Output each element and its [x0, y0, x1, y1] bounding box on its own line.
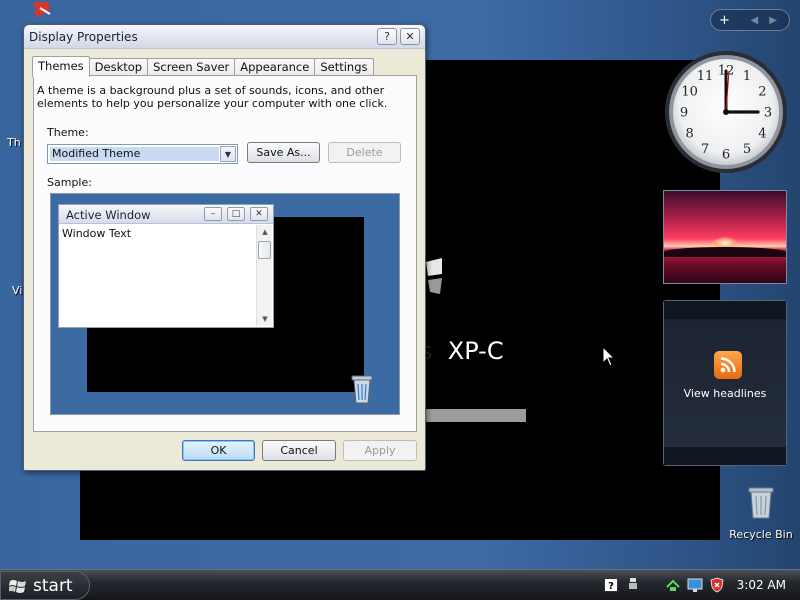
sample-label: Sample: [47, 176, 92, 189]
clock-numeral: 6 [722, 148, 730, 163]
apply-button: Apply [343, 440, 417, 461]
clock-numeral: 4 [758, 127, 766, 142]
close-icon: ✕ [250, 207, 268, 221]
feed-headlines-gadget[interactable]: View headlines [663, 300, 787, 466]
clock-numeral: 1 [743, 69, 751, 84]
taskbar-clock[interactable]: 3:02 AM [737, 578, 786, 592]
sample-scrollbar: ▲ ▼ [256, 225, 272, 326]
slideshow-gadget[interactable] [663, 190, 787, 284]
wallpaper-text: s XP-C [420, 337, 504, 365]
device-tray-icon[interactable] [625, 577, 641, 593]
tab-themes[interactable]: Themes [32, 56, 90, 77]
theme-description: A theme is a background plus a set of so… [37, 84, 388, 110]
help-tray-icon[interactable]: ? [603, 577, 619, 593]
ok-button[interactable]: OK [182, 440, 255, 461]
sample-window-text: Window Text [62, 227, 132, 240]
clock-numeral: 11 [697, 69, 714, 84]
maximize-icon: □ [227, 207, 245, 221]
scroll-thumb [258, 241, 271, 259]
clock-numeral: 7 [701, 142, 709, 157]
tab-strip: Themes Desktop Screen Saver Appearance S… [32, 56, 374, 77]
tab-screen-saver[interactable]: Screen Saver [147, 58, 236, 76]
taskbar: start ? 3:02 AM [0, 569, 800, 600]
cancel-button[interactable]: Cancel [262, 440, 336, 461]
svg-text:?: ? [608, 581, 614, 592]
sample-window-title: Active Window [66, 208, 151, 222]
tab-desktop[interactable]: Desktop [88, 58, 149, 76]
close-button[interactable]: ✕ [400, 28, 420, 45]
start-button[interactable]: start [0, 571, 90, 600]
desktop-icon-label-2[interactable]: Vi [12, 284, 22, 297]
sample-recycle-bin-icon [351, 375, 373, 404]
start-label: start [33, 575, 73, 596]
windows-flag-icon [9, 579, 26, 593]
clock-numeral: 5 [743, 142, 751, 157]
recycle-bin-icon [748, 487, 774, 519]
mouse-cursor-icon [602, 346, 616, 367]
tab-settings[interactable]: Settings [314, 58, 374, 76]
wallpaper-progress-bar [426, 409, 526, 422]
rss-icon [714, 351, 742, 379]
desktop-icon-fragment[interactable] [26, 0, 56, 22]
windows-logo-fragment [426, 258, 442, 294]
clock-numeral: 2 [758, 85, 766, 100]
theme-dropdown-value: Modified Theme [50, 147, 219, 161]
add-gadget-button[interactable]: + [719, 13, 730, 28]
theme-dropdown[interactable]: Modified Theme ▼ [47, 144, 238, 164]
sample-window-titlebar: Active Window – □ ✕ [59, 205, 273, 224]
save-as-button[interactable]: Save As... [247, 142, 320, 163]
view-headlines-label[interactable]: View headlines [664, 387, 786, 400]
clock-numeral: 3 [764, 106, 772, 121]
gadget-nav-arrows-icon[interactable]: ◀ ▶ [750, 15, 781, 26]
clock-numeral: 8 [685, 127, 693, 142]
scroll-up-icon: ▲ [262, 228, 268, 236]
delete-button: Delete [328, 142, 401, 163]
desktop-recycle-bin[interactable]: Recycle Bin [728, 484, 794, 544]
sidebar-controls: + ◀ ▶ [710, 9, 790, 31]
network-tray-icon[interactable] [665, 577, 681, 593]
display-tray-icon[interactable] [687, 577, 703, 593]
desktop-icon-label-1[interactable]: Th [7, 136, 21, 149]
help-button[interactable]: ? [377, 28, 397, 45]
recycle-bin-label: Recycle Bin [729, 528, 793, 541]
system-tray: ? 3:02 AM [603, 570, 800, 600]
theme-label: Theme: [47, 126, 89, 139]
chevron-down-icon[interactable]: ▼ [220, 146, 236, 162]
clock-gadget[interactable]: 121234567891011 [663, 49, 789, 175]
dialog-titlebar[interactable]: Display Properties ? ✕ [24, 25, 425, 49]
clock-numeral: 10 [681, 85, 698, 100]
scroll-down-icon: ▼ [262, 315, 268, 323]
minimize-icon: – [204, 207, 222, 221]
tab-appearance[interactable]: Appearance [234, 58, 316, 76]
dialog-title: Display Properties [29, 30, 138, 44]
photo-horizon [664, 247, 786, 257]
sample-active-window: Active Window – □ ✕ Window Text ▲ ▼ [58, 204, 274, 328]
clock-numeral: 9 [680, 106, 688, 121]
security-shield-icon[interactable] [709, 577, 725, 593]
